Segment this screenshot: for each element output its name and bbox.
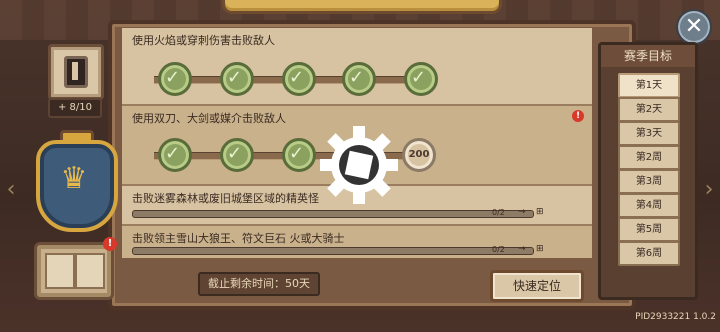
- quest-progress-bar: [132, 210, 534, 218]
- quest-progress-bar: [132, 247, 534, 255]
- milestone-complete-icon[interactable]: ✓: [282, 62, 316, 96]
- season-goals-panel: 赛季目标 第1天 第2天 第3天 第2周 第3周 第4周 第5周 第6周: [598, 42, 698, 300]
- level-icon: [48, 44, 104, 100]
- season-day-tab[interactable]: 第3天: [618, 121, 680, 146]
- milestone-complete-icon[interactable]: ✓: [282, 138, 316, 172]
- plus-icon[interactable]: ⊞: [536, 244, 544, 254]
- left-column: + 8/10 ♛ !: [34, 44, 118, 300]
- milestone-complete-icon[interactable]: ✓: [220, 62, 254, 96]
- quest-title: 击败领主雪山大狼王、符文巨石 火或大骑士: [132, 232, 345, 245]
- season-day-tab[interactable]: 第1天: [618, 73, 680, 98]
- milestone-complete-icon[interactable]: ✓: [158, 138, 192, 172]
- milestone-complete-icon[interactable]: ✓: [404, 62, 438, 96]
- book-icon[interactable]: !: [34, 237, 117, 300]
- quest-title: 使用火焰或穿刺伤害击败敌人: [132, 34, 275, 47]
- season-day-tab[interactable]: 第4周: [618, 193, 680, 218]
- season-day-tab[interactable]: 第6周: [618, 241, 680, 266]
- close-button[interactable]: ✕: [676, 9, 712, 45]
- top-tab-decoration: [222, 0, 502, 14]
- quest-alert-badge: !: [572, 110, 584, 122]
- arrow-right-icon: →: [518, 207, 526, 217]
- reward-value: 200: [408, 149, 430, 160]
- book-alert-badge: !: [103, 237, 117, 251]
- level-count: + 8/10: [48, 98, 102, 118]
- quest-title: 使用双刀、大剑或媒介击败敌人: [132, 112, 286, 125]
- plus-icon[interactable]: ⊞: [536, 207, 544, 217]
- arrow-right-icon: →: [518, 244, 526, 254]
- milestone-reward[interactable]: 200: [402, 138, 436, 172]
- version-text: PID2933221 1.0.2: [635, 312, 716, 322]
- season-badge-icon[interactable]: ♛: [28, 130, 120, 232]
- season-goals-title: 赛季目标: [601, 45, 695, 67]
- season-day-tab[interactable]: 第2天: [618, 97, 680, 122]
- quest-row: 使用火焰或穿刺伤害击败敌人 ✓ ✓ ✓ ✓ ✓: [122, 28, 592, 106]
- deadline-label: 截止剩余时间：50天: [198, 272, 320, 296]
- season-day-tab[interactable]: 第5周: [618, 217, 680, 242]
- loading-gear-icon: [320, 126, 398, 204]
- quest-row: 击败领主雪山大狼王、符文巨石 火或大骑士 0/2 → ⊞: [122, 226, 592, 258]
- milestone-complete-icon[interactable]: ✓: [158, 62, 192, 96]
- crown-icon: ♛: [60, 161, 88, 196]
- milestone-complete-icon[interactable]: ✓: [342, 62, 376, 96]
- quick-locate-button[interactable]: 快速定位: [490, 270, 584, 302]
- quest-screen: ✕ ‹ › + 8/10 ♛ ! 使用火焰或穿刺伤害击败敌人 ✓ ✓ ✓ ✓ ✓…: [0, 0, 720, 332]
- close-icon: ✕: [684, 14, 704, 39]
- quest-title: 击败迷雾森林或废旧城堡区域的精英怪: [132, 192, 319, 205]
- season-day-tab[interactable]: 第3周: [618, 169, 680, 194]
- milestone-complete-icon[interactable]: ✓: [220, 138, 254, 172]
- left-arrow-icon[interactable]: ‹: [4, 170, 18, 210]
- right-arrow-icon[interactable]: ›: [702, 170, 716, 210]
- quest-progress-text: 0/2: [492, 208, 505, 217]
- quest-progress-text: 0/2: [492, 245, 505, 254]
- season-day-tab[interactable]: 第2周: [618, 145, 680, 170]
